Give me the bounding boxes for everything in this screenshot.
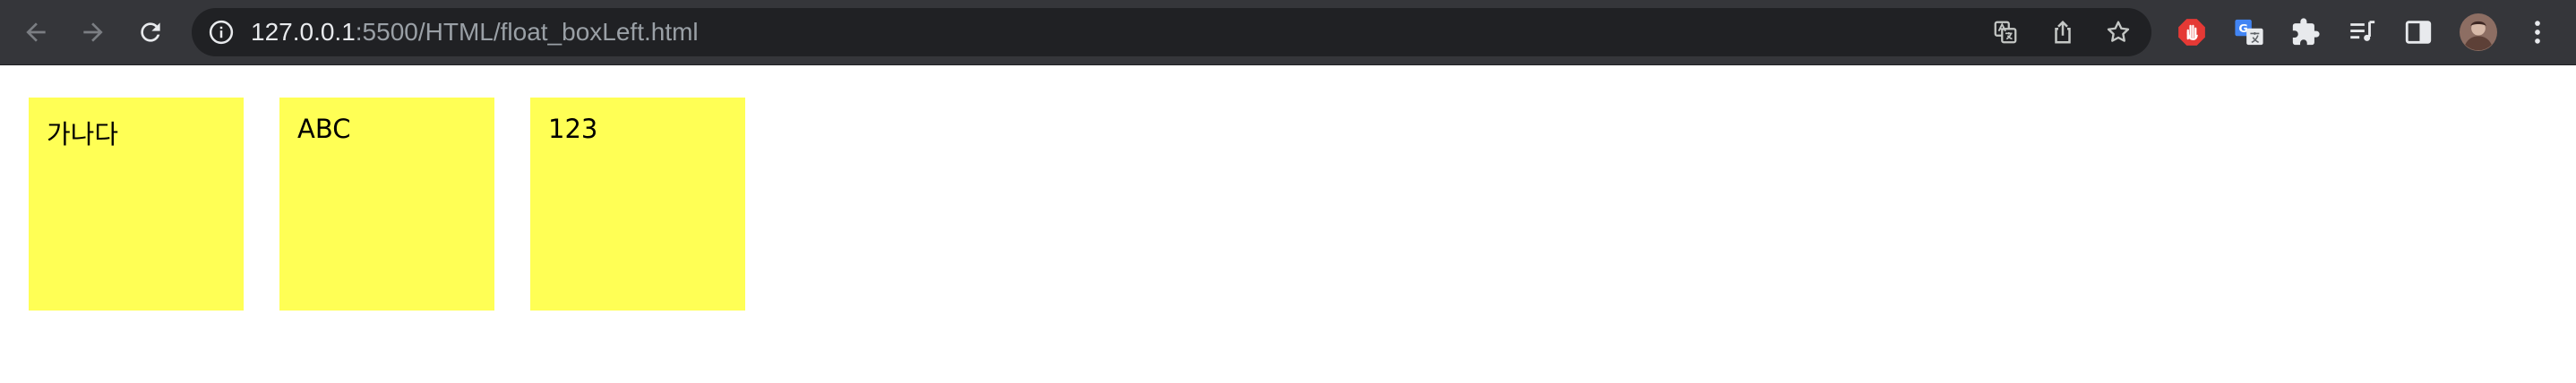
google-translate-icon: G <box>2235 19 2263 46</box>
page-viewport: 가나다 ABC 123 <box>0 65 2576 383</box>
float-box-2: ABC <box>279 98 494 311</box>
bookmark-button[interactable] <box>2103 17 2134 47</box>
profile-avatar <box>2460 13 2497 51</box>
address-bar[interactable]: 127.0.0.1:5500/HTML/float_boxLeft.html <box>192 8 2151 56</box>
info-icon[interactable] <box>208 19 235 46</box>
side-panel-icon <box>2405 21 2432 44</box>
reload-icon <box>141 22 160 42</box>
url-host: 127.0.0.1 <box>251 18 356 46</box>
url-text[interactable]: 127.0.0.1:5500/HTML/float_boxLeft.html <box>251 8 699 56</box>
translate-button[interactable] <box>1990 17 2021 47</box>
back-button[interactable] <box>18 14 54 50</box>
profile-button[interactable] <box>2460 13 2497 51</box>
puzzle-extensions-icon <box>2292 18 2320 46</box>
browser-toolbar: 127.0.0.1:5500/HTML/float_boxLeft.html G <box>0 0 2576 65</box>
side-panel-button[interactable] <box>2401 15 2435 49</box>
adblock-extension[interactable] <box>2175 15 2209 49</box>
reload-button[interactable] <box>133 14 168 50</box>
bookmark-star-icon <box>2107 21 2130 42</box>
float-box-3: 123 <box>530 98 745 311</box>
more-menu-icon <box>2535 21 2540 44</box>
extensions-button[interactable] <box>2288 15 2323 49</box>
adblock-hand-icon <box>2178 19 2205 46</box>
back-icon <box>26 22 46 42</box>
share-button[interactable] <box>2048 17 2078 47</box>
translate-icon <box>1994 21 2017 44</box>
url-path: :5500/HTML/float_boxLeft.html <box>355 18 699 46</box>
reading-list-icon <box>2350 21 2375 41</box>
google-translate-extension[interactable]: G <box>2232 15 2266 49</box>
forward-button[interactable] <box>75 14 111 50</box>
more-menu-button[interactable] <box>2520 15 2555 49</box>
forward-icon <box>83 22 103 42</box>
share-icon <box>2055 20 2071 44</box>
reading-list-button[interactable] <box>2345 15 2379 49</box>
float-box-1: 가나다 <box>29 98 244 311</box>
